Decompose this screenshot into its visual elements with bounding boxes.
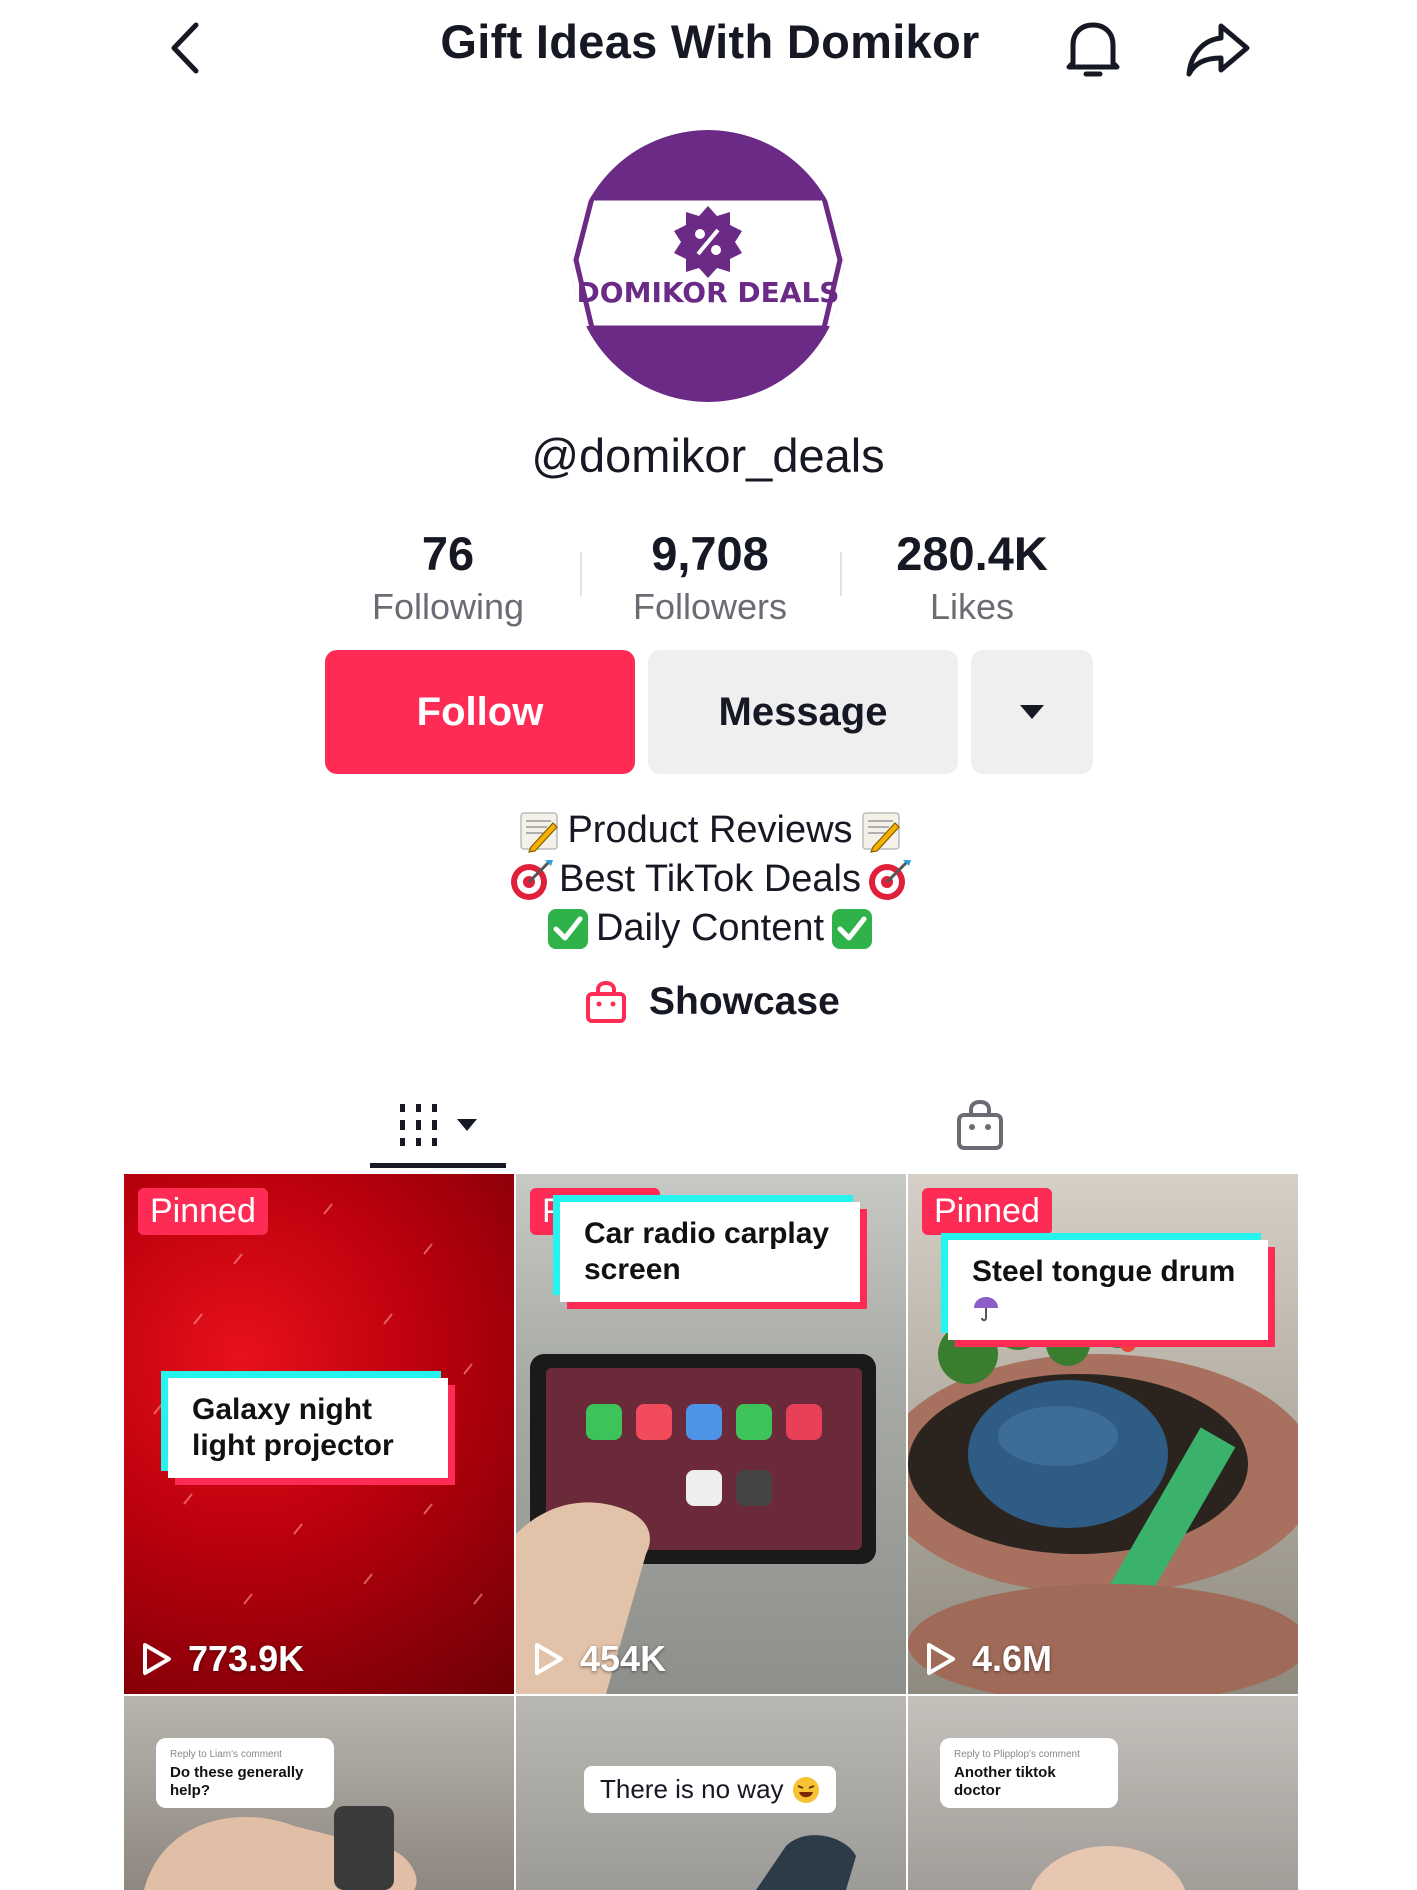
video-caption: Steel tongue drum [948,1240,1268,1340]
avatar[interactable]: DOMIKOR DEALS [572,130,844,402]
shopping-bag-icon [586,980,626,1023]
shopping-bag-icon [957,1099,1003,1150]
view-count: 454K [534,1638,666,1680]
avatar-text: DOMIKOR DEALS [577,276,840,309]
bio-line: Daily Content [380,904,1040,953]
view-count-value: 4.6M [972,1638,1053,1679]
reply-meta: Reply to Liam's comment [170,1749,282,1760]
bio-line: Product Reviews [380,806,1040,855]
video-tile[interactable]: Pinned Car radio carplay screen 454K [516,1174,906,1694]
video-caption: Do these generally help? [170,1764,304,1799]
video-caption: There is no way [600,1774,784,1804]
play-icon [535,1643,563,1675]
likes-count: 280.4K [896,527,1048,580]
video-caption-box: There is no way [584,1766,836,1813]
caret-down-icon [1020,705,1044,719]
view-count-value: 454K [580,1638,667,1679]
video-tile[interactable]: Reply to Liam's comment Do these general… [124,1696,514,1890]
message-button[interactable]: Message [648,650,958,774]
active-tab-indicator [370,1163,506,1168]
stat-likes: 280.4K Likes [842,525,1102,631]
video-tile[interactable]: There is no way [516,1696,906,1890]
share-button[interactable] [1180,14,1256,84]
page-title: Gift Ideas With Domikor [440,15,980,68]
stat-followers[interactable]: 9,708 Followers [580,525,840,631]
memo-icon [861,811,900,853]
bio-text: Product Reviews [567,809,853,851]
video-tile[interactable]: Reply to Plipplop's comment Another tikt… [908,1696,1298,1890]
direct-hit-icon [511,859,553,900]
reply-meta: Reply to Plipplop's comment [954,1749,1080,1760]
video-caption: Galaxy night light projector [168,1378,448,1478]
view-count-value: 773.9K [188,1638,305,1679]
memo-icon [520,811,559,853]
caption-text: Steel tongue drum [972,1255,1236,1288]
video-tile[interactable]: Pinned Steel tongue drum 4.6M [908,1174,1298,1694]
view-count: 4.6M [926,1638,1052,1680]
grid-icon [400,1104,437,1146]
stat-following[interactable]: 76 Following [318,525,578,631]
suggested-accounts-button[interactable] [971,650,1093,774]
showcase-label: Showcase [649,980,840,1023]
caret-down-icon [457,1119,477,1131]
video-tile[interactable]: Pinned Galaxy night light projector 773.… [124,1174,514,1694]
notification-button[interactable] [1058,14,1128,84]
reply-bubble: Reply to Plipplop's comment Another tikt… [940,1738,1118,1808]
likes-label: Likes [929,586,1015,627]
check-mark-icon [547,908,588,949]
video-caption: Car radio carplay screen [560,1202,860,1302]
bio-text: Daily Content [595,907,825,949]
play-icon [143,1643,171,1675]
view-count: 773.9K [142,1638,304,1680]
following-count: 76 [421,527,475,580]
umbrella-icon [974,1297,998,1322]
showcase-link[interactable]: Showcase [585,972,840,1032]
reply-bubble: Reply to Liam's comment Do these general… [156,1738,334,1808]
bio: Product Reviews Best TikTok Deals Daily … [380,806,1040,953]
tab-shop[interactable] [945,1080,1015,1170]
back-button[interactable] [160,18,210,78]
direct-hit-icon [869,859,911,900]
bio-text: Best TikTok Deals [559,858,861,900]
pinned-badge: Pinned [138,1188,268,1235]
check-mark-icon [832,908,873,949]
pinned-badge: Pinned [922,1188,1052,1235]
bell-icon [1066,22,1120,77]
followers-count: 9,708 [651,527,769,580]
username: @domikor_deals [531,429,885,482]
chevron-left-icon [171,22,199,74]
avatar-logo: DOMIKOR DEALS [572,130,844,402]
video-caption: Another tiktok doctor [954,1764,1056,1799]
share-icon [1186,23,1250,77]
tab-videos[interactable] [370,1080,506,1170]
play-icon [927,1643,955,1675]
following-label: Following [371,586,525,627]
follow-button[interactable]: Follow [325,650,635,774]
followers-label: Followers [632,586,788,627]
bio-line: Best TikTok Deals [380,855,1040,904]
laughing-face-icon [792,1776,819,1803]
